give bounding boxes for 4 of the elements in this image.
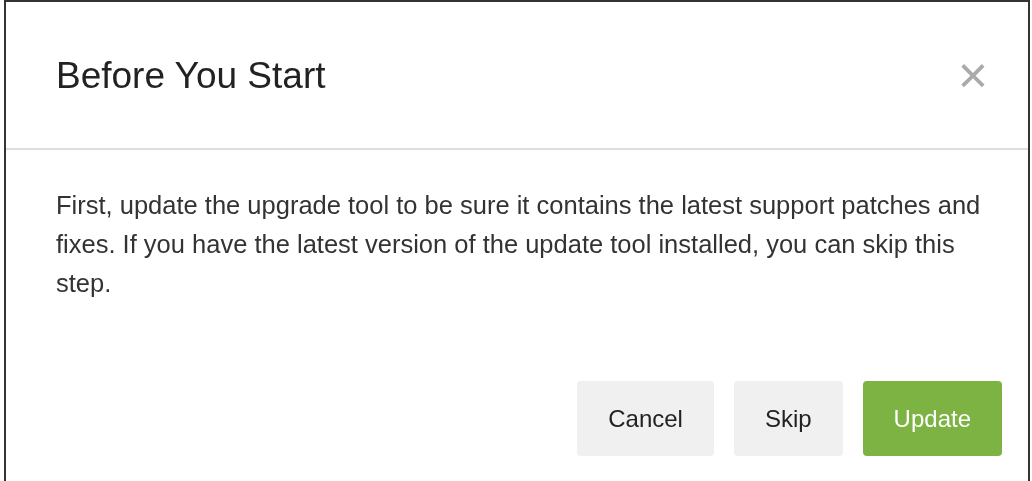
dialog-button[interactable]: Skip — [733, 381, 843, 456]
dialog-message: First, update the upgrade tool to be sure it contains the latest support patches and fixes. If you have the latest version of the update tool installed, you can skip this step. — [55, 190, 982, 299]
dialog-title: Before You Start — [56, 56, 326, 94]
dialog-button[interactable]: Cancel — [577, 381, 714, 456]
